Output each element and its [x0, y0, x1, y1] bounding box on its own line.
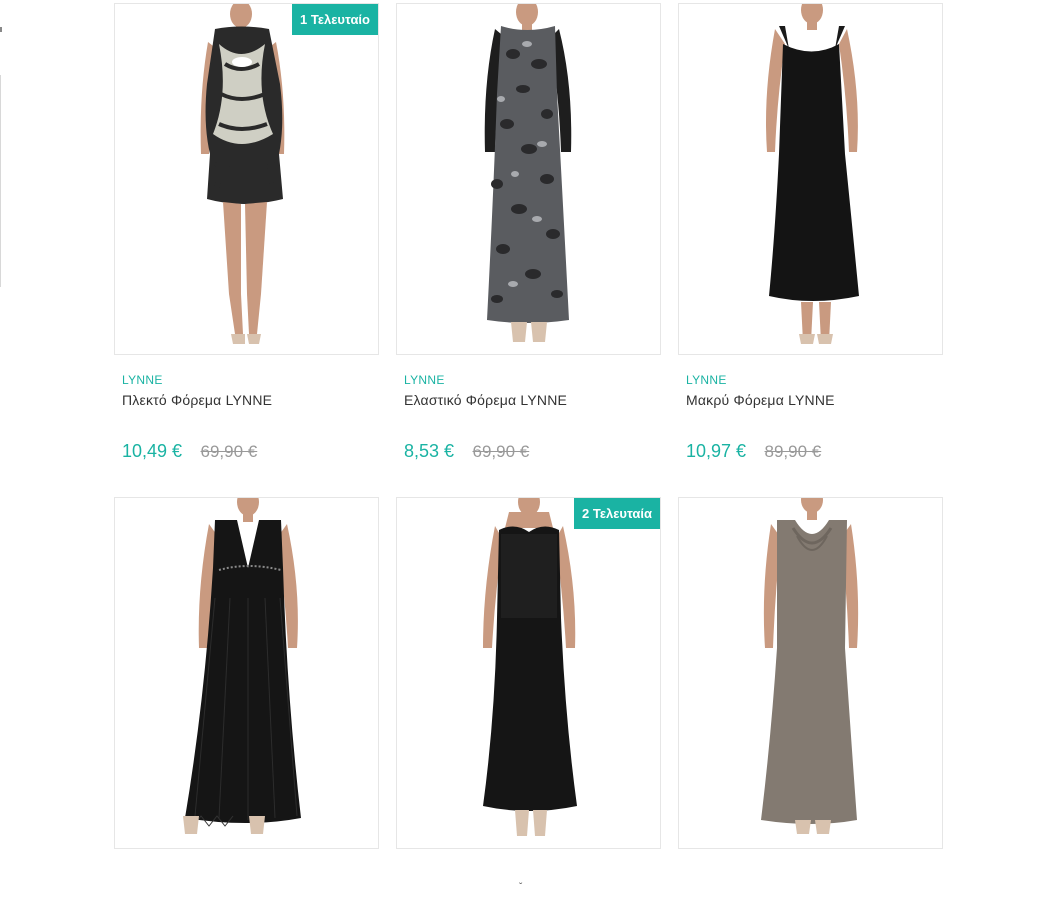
product-card[interactable]: LYNNE Μακρύ Φόρεμα LYNNE 10,97 € 89,90 € — [678, 3, 943, 461]
product-title[interactable]: Ελαστικό Φόρεμα LYNNE — [404, 392, 567, 408]
sale-price: 8,53 € — [404, 441, 455, 461]
dress-photo — [761, 498, 859, 834]
sale-price: 10,97 € — [686, 441, 747, 461]
original-price: 69,90 € — [472, 442, 530, 461]
product-brand[interactable]: LYNNE — [404, 373, 445, 387]
price-row: 8,53 € 69,90 € — [404, 441, 529, 462]
product-image[interactable] — [396, 3, 661, 355]
product-card[interactable]: 1 Τελευταίο LYNNE Πλεκτό Φόρεμα LYNNE 10… — [114, 3, 379, 461]
product-title[interactable]: Μακρύ Φόρεμα LYNNE — [686, 392, 835, 408]
dress-photo — [200, 4, 285, 344]
dress-photo — [483, 498, 577, 836]
scroll-down-indicator[interactable]: ˇ — [519, 883, 522, 893]
original-price: 69,90 € — [200, 442, 258, 461]
price-row: 10,49 € 69,90 € — [122, 441, 257, 462]
stock-badge: 2 Τελευταία — [574, 498, 660, 529]
product-card[interactable]: LYNNE Ελαστικό Φόρεμα LYNNE 8,53 € 69,90… — [396, 3, 661, 461]
product-grid-page: 1 Τελευταίο LYNNE Πλεκτό Φόρεμα LYNNE 10… — [0, 0, 1055, 899]
dress-photo — [766, 4, 859, 344]
price-row: 10,97 € 89,90 € — [686, 441, 821, 462]
side-panel-edge — [0, 75, 1, 287]
stock-badge: 1 Τελευταίο — [292, 4, 378, 35]
product-card[interactable] — [114, 497, 379, 849]
product-brand[interactable]: LYNNE — [122, 373, 163, 387]
product-brand[interactable]: LYNNE — [686, 373, 727, 387]
product-title[interactable]: Πλεκτό Φόρεμα LYNNE — [122, 392, 272, 408]
product-image[interactable] — [678, 497, 943, 849]
product-image[interactable]: 1 Τελευταίο — [114, 3, 379, 355]
product-card[interactable]: 2 Τελευταία — [396, 497, 661, 849]
product-image[interactable] — [678, 3, 943, 355]
dress-photo — [183, 498, 301, 834]
original-price: 89,90 € — [764, 442, 822, 461]
product-image[interactable]: 2 Τελευταία — [396, 497, 661, 849]
product-image[interactable] — [114, 497, 379, 849]
sale-price: 10,49 € — [122, 441, 183, 461]
side-panel-marker — [0, 27, 2, 32]
dress-photo — [484, 4, 572, 342]
product-card[interactable] — [678, 497, 943, 849]
